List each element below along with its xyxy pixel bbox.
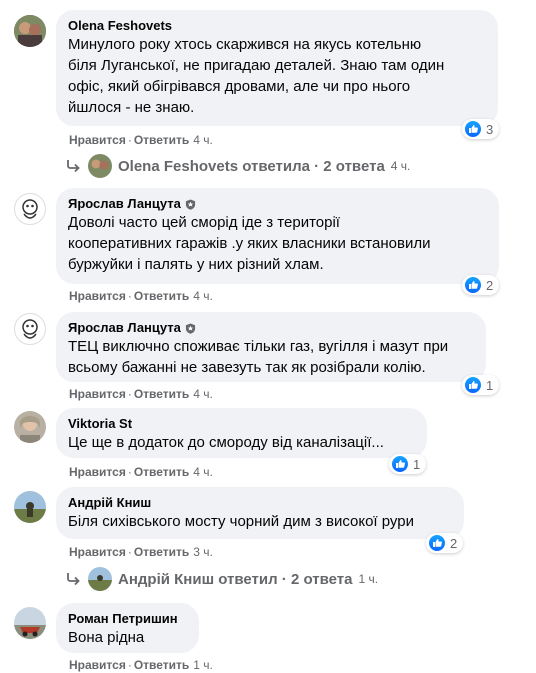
comment-text-line: йшлося - не знаю. — [68, 99, 195, 116]
comment-actions: Нравится · Ответить 3 ч. — [69, 545, 213, 559]
comment-author[interactable]: Роман Петришин — [68, 611, 187, 627]
reply-link[interactable]: Ответить — [134, 133, 189, 147]
comment-text-line: біля Луганської, не пригадаю деталей. Зн… — [68, 57, 445, 74]
comment-bubble: Андрій Книш Біля сихівського мосту чорни… — [56, 487, 464, 539]
reply-link[interactable]: Ответить — [134, 658, 189, 672]
avatar — [88, 154, 112, 178]
comment-actions: Нравится · Ответить 4 ч. — [69, 387, 213, 401]
comment-text-line: ТЕЦ виключно споживає тільки газ, вугілл… — [68, 338, 449, 355]
avatar[interactable] — [14, 313, 46, 345]
replies-label: Андрій Книш ответил · 2 ответа — [118, 570, 353, 588]
reply-arrow-icon — [67, 573, 80, 586]
comment-actions: Нравится · Ответить 4 ч. — [69, 465, 213, 479]
avatar[interactable] — [14, 607, 46, 639]
avatar[interactable] — [14, 193, 46, 225]
reply-link[interactable]: Ответить — [134, 289, 189, 303]
reaction-count[interactable]: 2 — [462, 275, 500, 295]
avatar[interactable] — [14, 15, 46, 47]
comment-bubble: Ярослав Ланцута ТЕЦ виключно споживає ті… — [56, 312, 486, 382]
like-reaction-icon — [428, 534, 446, 552]
reply-link[interactable]: Ответить — [134, 387, 189, 401]
comment-bubble: Ярослав Ланцута Доволі часто цей сморід … — [56, 188, 499, 284]
reply-link[interactable]: Ответить — [134, 545, 189, 559]
view-replies[interactable]: Olena Feshovets ответила · 2 ответа 4 ч. — [66, 154, 410, 178]
replies-time: 4 ч. — [390, 159, 411, 173]
comment-time[interactable]: 3 ч. — [193, 545, 213, 559]
comment-time[interactable]: 4 ч. — [193, 465, 213, 479]
top-fan-badge-icon — [185, 198, 195, 210]
comment-author[interactable]: Андрій Книш — [68, 495, 452, 511]
comment-text-line: Біля сихівського мосту чорний дим з висо… — [68, 513, 414, 530]
like-link[interactable]: Нравится — [69, 465, 126, 479]
comment-text-line: Минулого року хтось скаржився на якусь к… — [68, 36, 422, 53]
comment-text-line: буржуйки і палять у них різний хлам. — [68, 256, 324, 273]
comment-author[interactable]: Ярослав Ланцута — [68, 320, 474, 336]
reply-arrow-icon — [67, 160, 80, 173]
like-reaction-icon — [464, 376, 482, 394]
comment-bubble: Olena Feshovets Минулого року хтось скар… — [56, 10, 498, 126]
reply-link[interactable]: Ответить — [134, 465, 189, 479]
comment-text-line: Вона рідна — [68, 629, 145, 646]
comment-time[interactable]: 1 ч. — [193, 658, 213, 672]
reaction-number: 3 — [486, 121, 494, 137]
comment-bubble: Viktoria St Це ще в додаток до смороду в… — [56, 408, 427, 458]
reaction-count[interactable]: 1 — [462, 375, 500, 395]
reaction-count[interactable]: 2 — [426, 533, 464, 553]
like-link[interactable]: Нравится — [69, 387, 126, 401]
comment-text-line: кооперативних гаражів .у яких власники в… — [68, 235, 431, 252]
comment-text-line: всьому бажанні не завезуть так як розібр… — [68, 359, 426, 376]
comment-author[interactable]: Ярослав Ланцута — [68, 196, 487, 212]
replies-label: Olena Feshovets ответила · 2 ответа — [118, 157, 385, 175]
like-link[interactable]: Нравится — [69, 289, 126, 303]
comment-text-line: офіс, який обігрівався дровами, але чи п… — [68, 78, 411, 95]
comment-time[interactable]: 4 ч. — [193, 133, 213, 147]
like-reaction-icon — [464, 276, 482, 294]
like-link[interactable]: Нравится — [69, 658, 126, 672]
comment-actions: Нравится · Ответить 4 ч. — [69, 289, 213, 303]
reaction-number: 2 — [486, 277, 494, 293]
comment-time[interactable]: 4 ч. — [193, 289, 213, 303]
replies-time: 1 ч. — [358, 572, 379, 586]
like-reaction-icon — [391, 455, 409, 473]
view-replies[interactable]: Андрій Книш ответил · 2 ответа 1 ч. — [66, 567, 378, 591]
comment-author[interactable]: Olena Feshovets — [68, 18, 486, 34]
reaction-number: 1 — [486, 377, 494, 393]
comment-actions: Нравится · Ответить 4 ч. — [69, 133, 213, 147]
avatar — [88, 567, 112, 591]
comment-author[interactable]: Viktoria St — [68, 416, 415, 432]
comment-text-line: Доволі часто цей сморід іде з території — [68, 214, 340, 231]
reaction-number: 2 — [450, 535, 458, 551]
comment-bubble: Роман Петришин Вона рідна — [56, 603, 199, 653]
avatar[interactable] — [14, 411, 46, 443]
reaction-count[interactable]: 1 — [389, 454, 427, 474]
comment-time[interactable]: 4 ч. — [193, 387, 213, 401]
top-fan-badge-icon — [185, 322, 195, 334]
comment-text-line: Це ще в додаток до смороду від каналізац… — [68, 434, 384, 451]
like-link[interactable]: Нравится — [69, 545, 126, 559]
like-link[interactable]: Нравится — [69, 133, 126, 147]
like-reaction-icon — [464, 120, 482, 138]
reaction-number: 1 — [413, 456, 421, 472]
reaction-count[interactable]: 3 — [462, 119, 500, 139]
avatar[interactable] — [14, 491, 46, 523]
